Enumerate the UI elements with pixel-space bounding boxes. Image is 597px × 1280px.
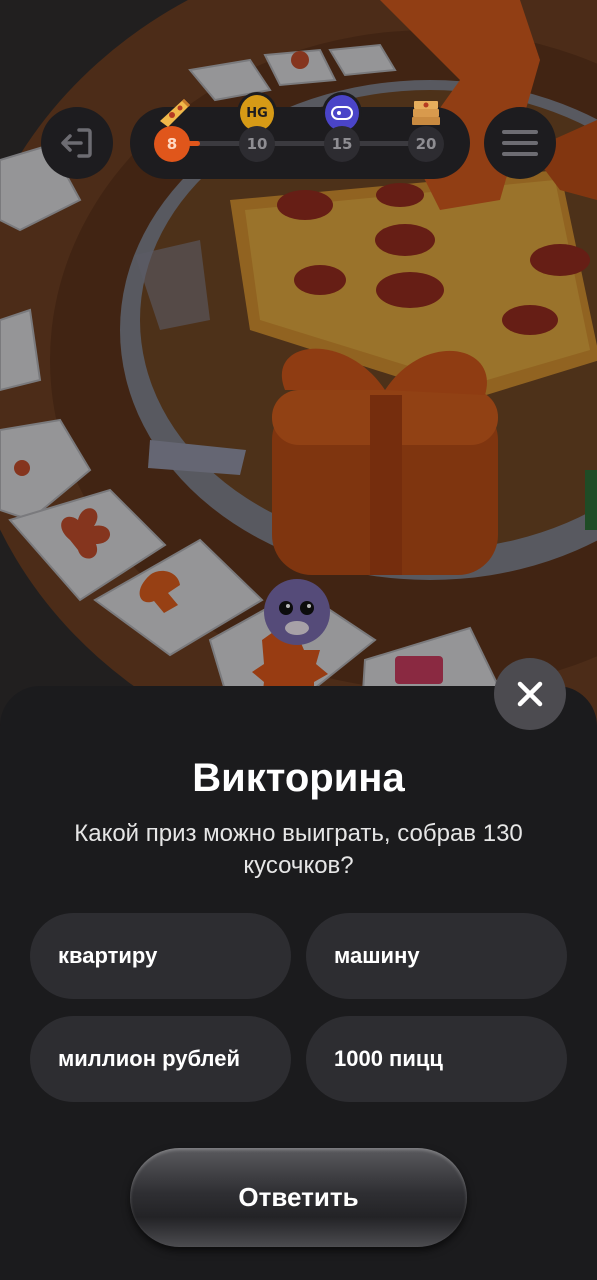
quiz-question: Какой приз можно выиграть, собрав 130 ку… [74,820,523,879]
progress-step-10: 10 [239,126,275,162]
exit-icon [61,128,92,158]
menu-button[interactable] [484,107,556,179]
submit-answer-button[interactable]: Ответить [130,1148,467,1247]
hamburger-menu-icon [502,130,538,156]
answer-option-3[interactable]: миллион рублей [30,1016,291,1102]
progress-step-8: 8 [154,126,190,162]
quiz-title: Викторина [192,756,405,800]
answer-option-2[interactable]: машину [306,913,567,999]
answer-option-1[interactable]: квартиру [30,913,291,999]
progress-line [172,141,432,146]
exit-button[interactable] [41,107,113,179]
progress-step-20: 20 [408,126,444,162]
close-button[interactable] [494,658,566,730]
close-icon [517,681,543,707]
progress-track: HG 8 10 15 20 [130,92,470,179]
progress-step-15: 15 [324,126,360,162]
answer-option-4[interactable]: 1000 пицц [306,1016,567,1102]
